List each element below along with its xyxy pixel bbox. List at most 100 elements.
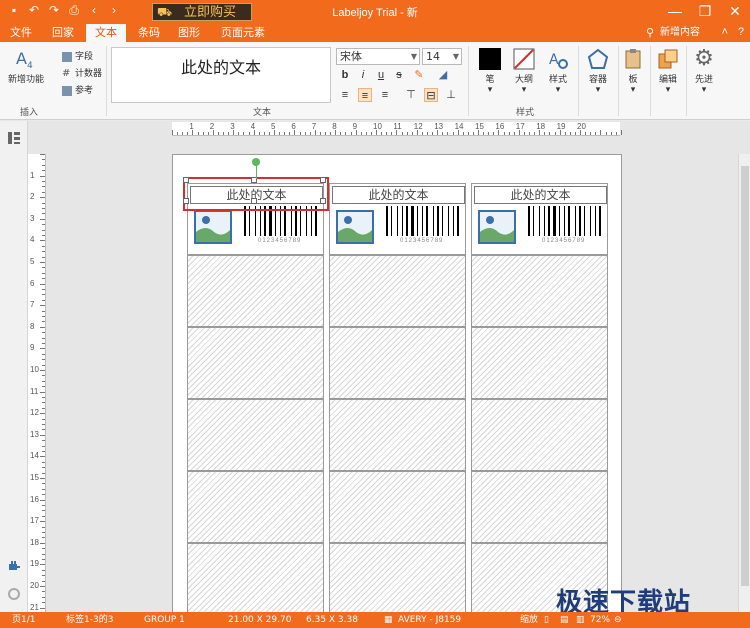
label-cell[interactable] <box>187 543 324 612</box>
label-cell[interactable] <box>187 327 324 399</box>
image-icon[interactable] <box>336 210 374 244</box>
ruler-tick <box>411 132 413 135</box>
label-cell[interactable] <box>329 543 466 612</box>
outline-button[interactable]: 大纲 ▾ <box>508 48 540 95</box>
vertical-scrollbar[interactable] <box>738 154 750 612</box>
text-preview-box[interactable]: 此处的文本 <box>111 47 331 103</box>
resize-handle[interactable] <box>183 198 189 204</box>
ruler-tick <box>172 130 173 135</box>
save-icon[interactable]: ▪ <box>8 4 20 16</box>
rss-icon[interactable]: ⚲ <box>646 26 654 39</box>
barcode[interactable] <box>528 206 602 236</box>
minimize-icon[interactable]: — <box>660 0 690 24</box>
field-button[interactable]: 字段 <box>62 50 93 64</box>
ruler-tick <box>564 132 566 135</box>
ruler-tick <box>615 132 617 135</box>
font-color-button[interactable]: ◢ <box>436 68 450 82</box>
valign-bottom-button[interactable]: ⊥ <box>444 88 458 102</box>
resize-handle[interactable] <box>251 198 257 204</box>
strikethrough-button[interactable]: s <box>392 68 406 82</box>
label-cell[interactable] <box>471 327 608 399</box>
ruler-tick <box>508 132 510 135</box>
chevron-down-icon: ▼ <box>410 52 417 61</box>
ribbon-divider <box>686 46 687 116</box>
label-cell[interactable] <box>329 399 466 471</box>
fit-width-icon[interactable]: ▥ <box>576 612 585 628</box>
buy-now-button[interactable]: ⛟ 立即购买 <box>152 3 252 21</box>
tab-text[interactable]: 文本 <box>86 24 126 42</box>
forward-icon[interactable]: › <box>108 4 120 16</box>
ribbon-collapse-icon[interactable]: ˄ <box>722 26 728 38</box>
bold-button[interactable]: b <box>338 68 352 82</box>
resize-handle[interactable] <box>320 177 326 183</box>
label-cell[interactable]: 此处的文本 0123456789 <box>329 183 466 255</box>
new-content-link[interactable]: 新增内容 <box>660 24 700 42</box>
title-bar: ▪ ↶ ↷ ⎙ ‹ › ⛟ 立即购买 Labeljoy Trial - 新 — … <box>0 0 750 24</box>
underline-button[interactable]: u <box>374 68 388 82</box>
close-icon[interactable]: ✕ <box>720 0 750 24</box>
rotate-handle[interactable] <box>252 158 260 166</box>
new-feature-button[interactable]: A 4 新增功能 <box>4 48 48 85</box>
label-cell[interactable] <box>329 255 466 327</box>
label-text[interactable]: 此处的文本 <box>474 186 607 204</box>
font-size-select[interactable]: 14 ▼ <box>422 48 462 65</box>
container-button[interactable]: 容器 ▾ <box>582 48 614 95</box>
align-right-button[interactable]: ≡ <box>378 88 392 102</box>
label-cell[interactable] <box>187 471 324 543</box>
image-icon[interactable] <box>194 210 232 244</box>
label-cell[interactable] <box>329 471 466 543</box>
italic-button[interactable]: i <box>356 68 370 82</box>
label-cell[interactable] <box>187 399 324 471</box>
image-icon[interactable] <box>478 210 516 244</box>
barcode[interactable] <box>386 206 460 236</box>
label-cell[interactable] <box>471 471 608 543</box>
resize-handle[interactable] <box>320 198 326 204</box>
design-canvas[interactable]: 此处的文本 0123456789 此处的文本 0123456789 此处的文本 01234… <box>46 154 738 612</box>
undo-icon[interactable]: ↶ <box>28 4 40 16</box>
restore-icon[interactable]: ❐ <box>690 0 720 24</box>
label-cell[interactable] <box>187 255 324 327</box>
board-button[interactable]: 板 ▾ <box>620 48 646 95</box>
counter-button[interactable]: # 计数器 <box>62 67 102 81</box>
ruler-tick <box>42 515 45 517</box>
align-left-button[interactable]: ≡ <box>338 88 352 102</box>
back-icon[interactable]: ‹ <box>88 4 100 16</box>
pen-button[interactable]: 笔 ▾ <box>474 48 506 95</box>
valign-top-button[interactable]: ⊤ <box>404 88 418 102</box>
zoom-out-icon[interactable]: ⊖ <box>614 612 622 628</box>
label-cell[interactable] <box>471 255 608 327</box>
valign-middle-button[interactable]: ⊟ <box>424 88 438 102</box>
label-cell[interactable] <box>471 399 608 471</box>
ruler-tick <box>330 132 332 135</box>
tab-page-elements[interactable]: 页面元素 <box>214 24 272 42</box>
style-button[interactable]: A 样式 ▾ <box>542 48 574 95</box>
edit-icon <box>658 49 678 69</box>
font-name-select[interactable]: 宋体 ▼ <box>336 48 420 65</box>
align-center-button[interactable]: ≡ <box>358 88 372 102</box>
highlight-color-button[interactable]: ✎ <box>412 68 426 82</box>
zoom-value[interactable]: 72% <box>590 612 610 628</box>
plug-icon[interactable] <box>7 559 21 573</box>
scrollbar-thumb[interactable] <box>741 166 749 586</box>
tab-barcode[interactable]: 条码 <box>132 24 166 42</box>
fit-page-icon[interactable]: ▤ <box>560 612 569 628</box>
refresh-icon[interactable] <box>7 587 21 601</box>
label-cell[interactable]: 此处的文本 0123456789 <box>471 183 608 255</box>
redo-icon[interactable]: ↷ <box>48 4 60 16</box>
tab-shapes[interactable]: 图形 <box>172 24 206 42</box>
resize-handle[interactable] <box>183 177 189 183</box>
layers-icon[interactable] <box>7 131 21 145</box>
page-view-icon[interactable]: ▯ <box>544 612 549 628</box>
tab-home[interactable]: 回家 <box>46 24 80 42</box>
ruler-tick <box>406 132 408 135</box>
label-cell[interactable] <box>329 327 466 399</box>
ruler-tick <box>42 537 45 539</box>
reference-button[interactable]: 参考 <box>62 84 93 98</box>
tab-file[interactable]: 文件 <box>4 24 38 42</box>
advanced-button[interactable]: ⚙ 先进 ▾ <box>688 48 720 96</box>
text-group-label: 文本 <box>253 108 272 118</box>
label-text[interactable]: 此处的文本 <box>332 186 465 204</box>
help-icon[interactable]: ? <box>738 26 744 38</box>
edit-button[interactable]: 编辑 ▾ <box>652 48 684 95</box>
print-icon[interactable]: ⎙ <box>68 4 80 16</box>
